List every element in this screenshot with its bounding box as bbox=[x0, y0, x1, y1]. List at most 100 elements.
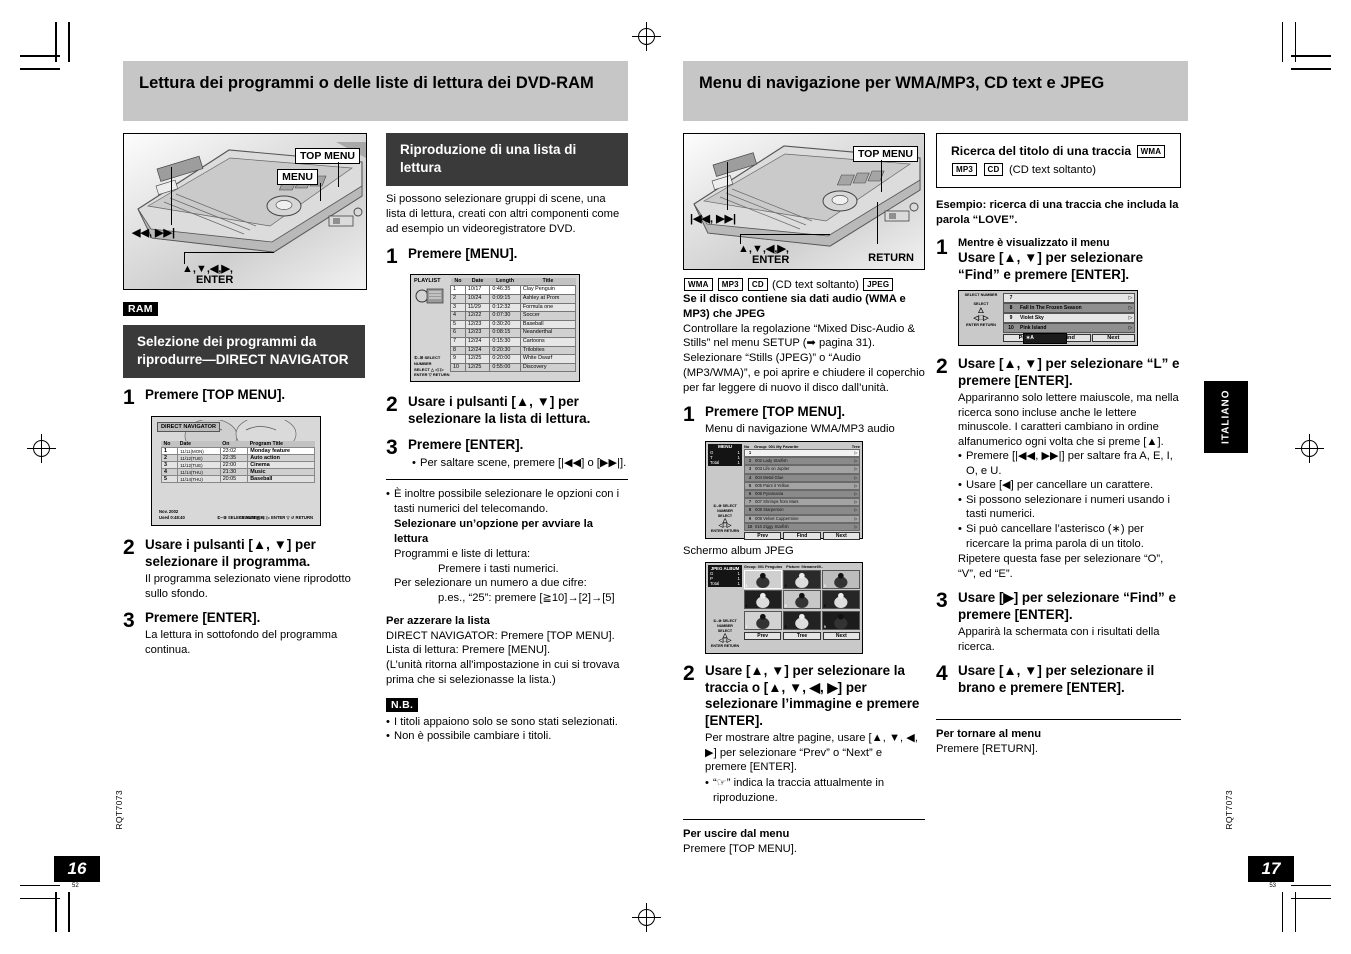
step-3: 3 Premere [ENTER]. • Per saltare scene, p… bbox=[386, 436, 628, 470]
cell-date: 10/17 bbox=[464, 285, 491, 295]
find-next-button[interactable]: Next bbox=[1091, 334, 1135, 343]
step-number: 1 bbox=[386, 244, 398, 268]
tree-arrow-icon[interactable]: ▷ bbox=[1127, 324, 1134, 332]
jpeg-thumbnail[interactable]: 1 bbox=[744, 569, 782, 589]
table-row[interactable]: 7 12/24 0:15:30 Cartoons bbox=[450, 337, 577, 347]
cell-no: 2 bbox=[450, 294, 466, 304]
tree-arrow-icon[interactable]: ▷ bbox=[853, 499, 859, 505]
jpeg-thumbnail[interactable]: 3 bbox=[822, 569, 860, 589]
table-row[interactable]: 3 11/12(TUE) 22:00 Cinema bbox=[160, 461, 315, 470]
table-row[interactable]: 8 Fall In The Frozen Season ▷ bbox=[1003, 303, 1135, 314]
tree-arrow-icon[interactable]: ▷ bbox=[1127, 294, 1134, 302]
bullet-dot: • bbox=[412, 456, 416, 469]
crop-mark bbox=[68, 892, 70, 932]
jpeg-thumbnail[interactable]: 8 bbox=[783, 610, 821, 630]
jpeg-thumbnail[interactable]: 2 bbox=[783, 569, 821, 589]
table-row[interactable]: 5 12/23 0:30:20 Baseball bbox=[450, 319, 577, 330]
crop-mark bbox=[1291, 55, 1331, 57]
tree-arrow-icon[interactable]: ▷ bbox=[853, 466, 859, 472]
jpeg-thumb-number: 7 bbox=[745, 624, 748, 629]
left-page: Lettura dei programmi o delle liste di l… bbox=[123, 61, 628, 871]
step-2: 2 Usare [▲, ▼] per selezionare la tracci… bbox=[683, 662, 925, 805]
tree-arrow-icon[interactable]: ▷ bbox=[1127, 304, 1134, 312]
note-line-6: Lista di lettura: Premere [MENU]. bbox=[386, 644, 551, 657]
label-skip-buttons: ◀◀, ▶▶| bbox=[132, 227, 176, 239]
table-row[interactable]: 5 005 Paint it Yellow ▷ bbox=[744, 481, 860, 490]
wma-find-button[interactable]: Find bbox=[783, 531, 821, 540]
right-page-title: Menu di navigazione per WMA/MP3, CD text… bbox=[683, 61, 1188, 121]
table-row[interactable]: 6 006 Pyramania ▷ bbox=[744, 489, 860, 499]
jpeg-thumbnail[interactable]: 7 bbox=[744, 610, 782, 630]
cell-no: 1 bbox=[160, 447, 179, 456]
table-row[interactable]: 1 10/17 0:46:35 Clay Penguin bbox=[450, 285, 577, 295]
cell-title: Formula one bbox=[519, 302, 577, 313]
table-row[interactable]: 3 11/29 0:12:32 Formula one bbox=[450, 302, 577, 313]
table-row[interactable]: 7 ▷ bbox=[1003, 293, 1135, 304]
table-row[interactable]: 2 11/12(TUE) 22:35 Auto action bbox=[160, 454, 315, 463]
tree-arrow-icon[interactable]: ▷ bbox=[853, 507, 859, 513]
table-row[interactable]: 10 Pink Island ▷ bbox=[1003, 323, 1135, 334]
table-row[interactable]: 10 12/25 0:55:00 Discovery bbox=[450, 362, 577, 373]
table-row[interactable]: 4 12/22 0:07:30 Soccer bbox=[450, 311, 577, 321]
table-row[interactable]: 9 12/25 0:20:00 White Dwarf bbox=[450, 354, 577, 364]
cell-on: 22:00 bbox=[219, 461, 249, 470]
jpeg-col-picture: Picture: filename00.. bbox=[786, 564, 824, 569]
tree-arrow-icon[interactable]: ▷ bbox=[1127, 314, 1134, 322]
leader-line bbox=[319, 183, 321, 201]
registration-mark bbox=[1295, 434, 1324, 463]
jpeg-thumbnail[interactable]: 4 bbox=[744, 590, 782, 610]
wma-mp3-menu-screen: MENU G1 T1 Total 1 ①–⑩ SELECT NUMBER SELE… bbox=[705, 440, 863, 540]
tree-arrow-icon[interactable]: ▷ bbox=[853, 458, 859, 464]
step2-bullet-1: Premere [|◀◀, ▶▶|] per saltare fra A, E,… bbox=[966, 450, 1173, 477]
table-row[interactable]: 1 001 Born Ends Freezing ▷ bbox=[744, 448, 860, 458]
tree-arrow-icon[interactable]: ▷ bbox=[853, 450, 859, 456]
table-row[interactable]: 5 11/14(THU) 20:05 Baseball bbox=[160, 475, 315, 484]
table-row[interactable]: 4 004 Metal Glue ▷ bbox=[744, 473, 860, 482]
bullet-dot: • bbox=[386, 488, 390, 501]
table-row[interactable]: 10 010 Ziggy Starfish ▷ bbox=[744, 522, 860, 531]
table-row[interactable]: 4 11/14(THU) 21:30 Music bbox=[160, 468, 315, 477]
step-bullet: “☞” indica la traccia attualmente in rip… bbox=[713, 776, 885, 804]
step-number: 1 bbox=[123, 386, 135, 410]
wma-total-value: 1 bbox=[737, 459, 740, 465]
cell-track: 002 Lady Starfish bbox=[755, 458, 788, 464]
tree-arrow-icon[interactable]: ▷ bbox=[853, 516, 859, 522]
tree-arrow-icon[interactable]: ▷ bbox=[853, 483, 859, 489]
tree-arrow-icon[interactable]: ▷ bbox=[853, 475, 859, 481]
cell-title: Clay Penguin bbox=[519, 285, 577, 295]
wma-prev-button[interactable]: Prev bbox=[744, 531, 782, 540]
jpeg-enter-return: ENTER RETURN bbox=[710, 643, 740, 648]
cell-track: 005 Paint it Yellow bbox=[755, 482, 789, 488]
step-number: 3 bbox=[936, 589, 948, 613]
cell-no: 2 bbox=[160, 454, 179, 463]
note-line-4: p.es., “25”: premere [≧10]→[2]→[5] bbox=[438, 592, 615, 605]
crop-mark bbox=[20, 884, 60, 886]
table-row[interactable]: 7 007 Shrimps from Mars ▷ bbox=[744, 498, 860, 507]
jpeg-next-button[interactable]: Next bbox=[822, 631, 860, 640]
jpeg-thumbnail[interactable]: 9 bbox=[822, 610, 860, 630]
table-row[interactable]: 6 12/23 0:08:15 Neanderthal bbox=[450, 328, 577, 338]
table-row[interactable]: 8 12/24 0:20:30 Trilobites bbox=[450, 345, 577, 356]
jpeg-thumbnail[interactable]: 5 bbox=[783, 590, 821, 610]
jpeg-thumbnail[interactable]: 6 bbox=[822, 590, 860, 610]
step-number: 2 bbox=[936, 355, 948, 379]
table-row[interactable]: 8 008 Starperson ▷ bbox=[744, 506, 860, 515]
nb-item-1: I titoli appaiono solo se sono stati sel… bbox=[394, 715, 618, 728]
leader-line bbox=[184, 252, 274, 254]
table-row[interactable]: 3 003 Life on Jupiter ▷ bbox=[744, 465, 860, 474]
table-row[interactable]: 2 10/24 0:09:15 Ashley at Prom bbox=[450, 294, 577, 304]
tree-arrow-icon[interactable]: ▷ bbox=[853, 491, 859, 497]
table-row[interactable]: 9 009 Velvet Cuppermine ▷ bbox=[744, 514, 860, 523]
crop-mark bbox=[20, 55, 60, 57]
cell-date: 11/29 bbox=[464, 302, 491, 313]
table-row[interactable]: 1 11/11(MON) 23:02 Monday feature bbox=[160, 447, 315, 456]
cell-no: 5 bbox=[450, 319, 466, 330]
wma-next-button[interactable]: Next bbox=[822, 531, 860, 540]
table-row[interactable]: 2 002 Lady Starfish ▷ bbox=[744, 457, 860, 466]
table-row[interactable]: 9 Violet Sky ▷ bbox=[1003, 313, 1135, 324]
find-input-field[interactable]: ∗A bbox=[1023, 333, 1067, 345]
jpeg-thumb-number: 6 bbox=[823, 604, 826, 609]
jpeg-tree-button[interactable]: Tree bbox=[783, 631, 821, 640]
jpeg-prev-button[interactable]: Prev bbox=[744, 631, 782, 640]
tree-arrow-icon[interactable]: ▷ bbox=[853, 524, 859, 530]
